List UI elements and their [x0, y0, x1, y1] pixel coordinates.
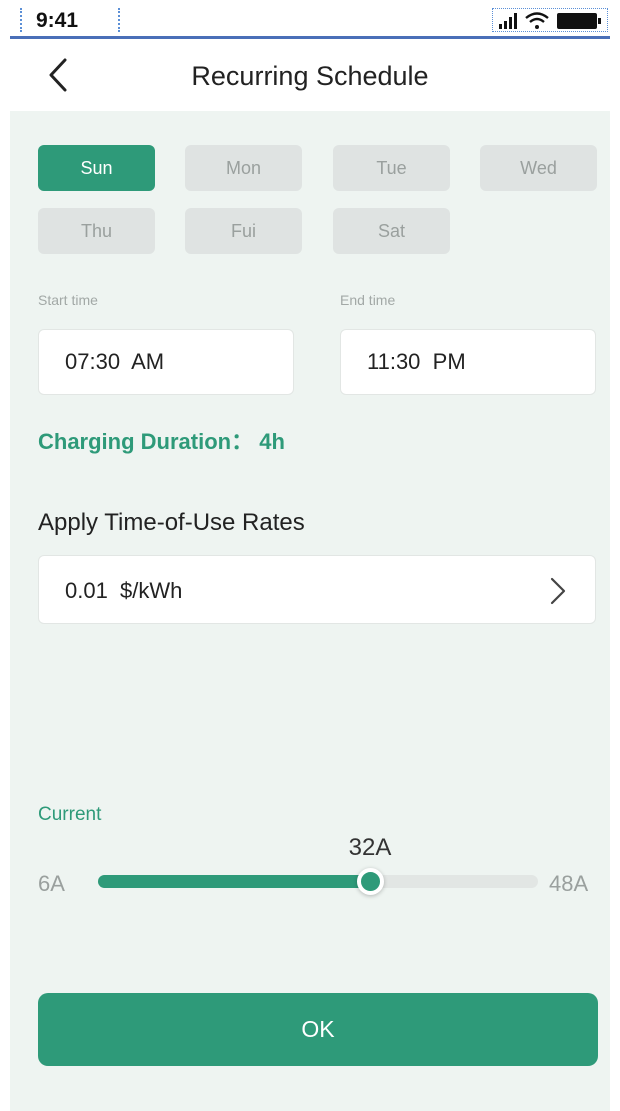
current-max-label: 48A: [549, 871, 589, 896]
status-bar: 9:41: [0, 0, 620, 39]
end-time-field[interactable]: 11:30 PM: [340, 329, 596, 395]
day-fri-button[interactable]: Fui: [185, 208, 302, 254]
header: Recurring Schedule: [0, 39, 620, 111]
start-time-field[interactable]: 07:30 AM: [38, 329, 294, 395]
current-slider-track[interactable]: [98, 868, 538, 895]
status-divider-right: [118, 8, 120, 32]
page-title: Recurring Schedule: [191, 61, 429, 91]
rates-title: Apply Time-of-Use Rates: [38, 509, 305, 536]
battery-icon: [557, 13, 601, 29]
rates-selector[interactable]: 0.01 $/kWh: [38, 555, 596, 624]
rates-value: 0.01 $/kWh: [65, 578, 183, 603]
status-time: 9:41: [36, 9, 79, 32]
schedule-content: Sun Mon Tue Wed Thu Fui Sat Start time E…: [10, 111, 610, 1111]
current-slider-thumb[interactable]: [357, 868, 384, 895]
day-wed-button[interactable]: Wed: [480, 145, 597, 191]
end-time-label: End time: [340, 292, 396, 308]
current-value-label: 32A: [348, 834, 392, 861]
status-icons: [492, 8, 608, 32]
end-time-value: 11:30 PM: [367, 349, 466, 374]
signal-icon: [499, 13, 517, 29]
current-slider-fill: [98, 875, 370, 888]
day-sun-button[interactable]: Sun: [38, 145, 155, 191]
day-thu-button[interactable]: Thu: [38, 208, 155, 254]
wifi-icon: [525, 12, 549, 29]
day-mon-button[interactable]: Mon: [185, 145, 302, 191]
charging-duration: Charging Duration： 4h: [38, 429, 285, 454]
status-divider-left: [20, 8, 22, 32]
start-time-label: Start time: [38, 292, 98, 308]
ok-button[interactable]: OK: [38, 993, 598, 1066]
start-time-value: 07:30 AM: [65, 349, 165, 374]
day-tue-button[interactable]: Tue: [333, 145, 450, 191]
chevron-right-icon: [550, 577, 566, 605]
current-label: Current: [38, 804, 102, 825]
day-sat-button[interactable]: Sat: [333, 208, 450, 254]
current-min-label: 6A: [38, 871, 65, 896]
